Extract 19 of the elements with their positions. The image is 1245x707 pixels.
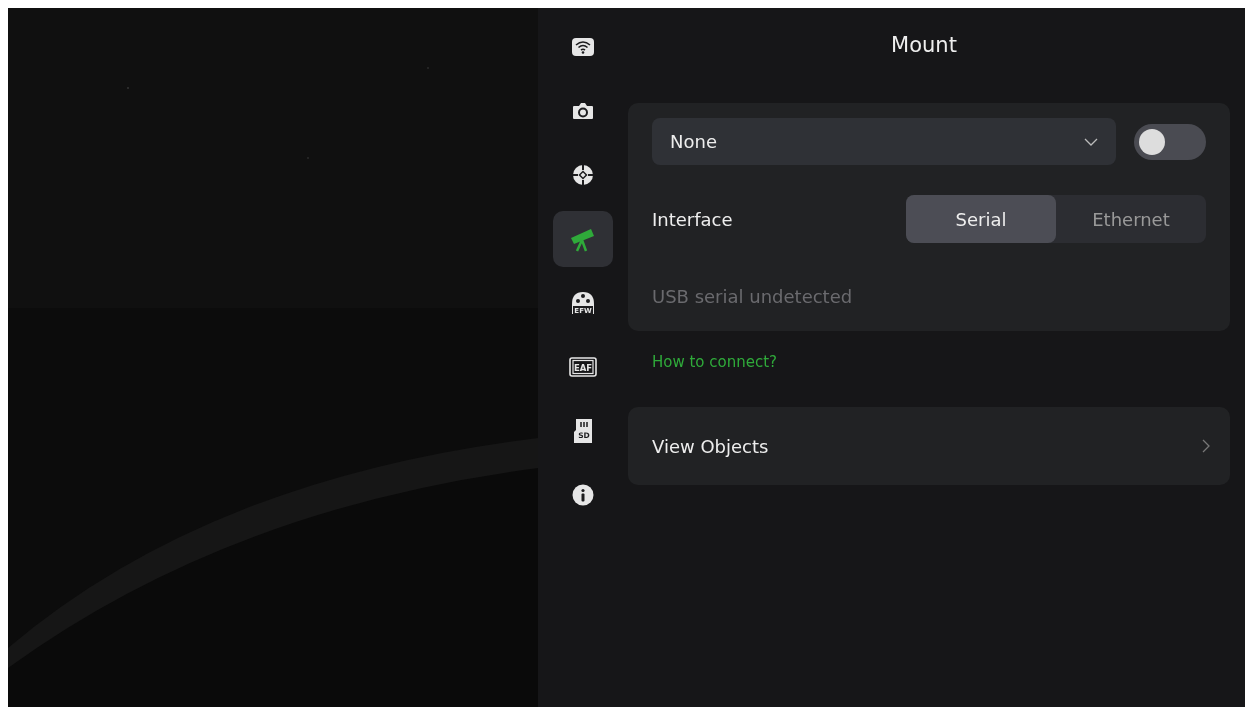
chevron-right-icon	[1202, 439, 1210, 453]
status-text: USB serial undetected	[652, 286, 854, 307]
wifi-icon	[572, 38, 594, 56]
sidebar-item[interactable]	[553, 211, 613, 267]
sidebar-item[interactable]: EAF	[553, 339, 613, 395]
page-title: Mount	[890, 32, 958, 58]
interface-label: Interface	[652, 208, 733, 230]
toggle-switch[interactable]	[1134, 123, 1206, 160]
mount-dropdown[interactable]: None	[652, 118, 1116, 165]
view-objects-item[interactable]: View Objects	[628, 407, 1230, 485]
telescope-icon	[569, 226, 597, 252]
help-link[interactable]: How to connect?	[652, 353, 778, 371]
info-icon	[572, 484, 594, 506]
crosshair-icon	[572, 164, 594, 186]
focuser-icon: EAF	[569, 357, 597, 377]
interface-tab[interactable]: Ethernet	[1056, 195, 1206, 243]
camera-icon	[572, 102, 594, 120]
interface-tab[interactable]: Serial	[906, 195, 1056, 243]
chevron-down-icon	[1084, 137, 1098, 146]
